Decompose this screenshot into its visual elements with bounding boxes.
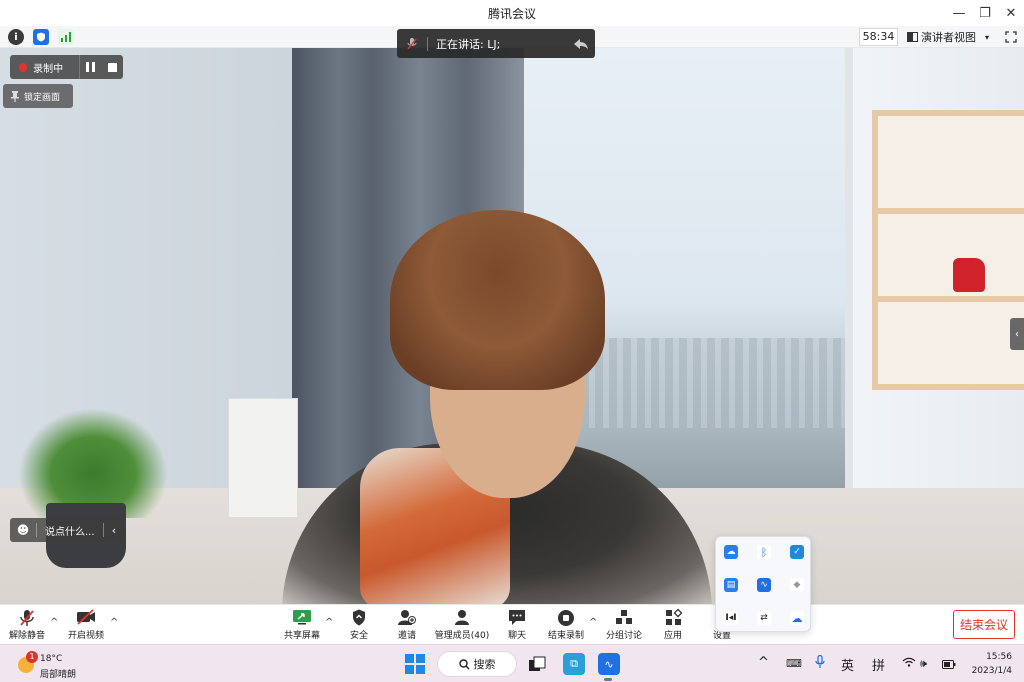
stop-recording-button[interactable] <box>101 55 123 79</box>
stop-icon <box>107 62 117 72</box>
chat-icon <box>508 609 526 628</box>
cloud-icon[interactable]: ☁ <box>724 545 738 559</box>
security-check-icon[interactable]: ✓ <box>790 545 804 559</box>
pin-icon <box>11 90 19 102</box>
reply-icon[interactable] <box>549 34 589 54</box>
search-icon <box>458 658 469 669</box>
start-video-button[interactable]: 开启视频 <box>66 609 106 643</box>
manage-members-button[interactable]: 管理成员(40) <box>435 609 489 643</box>
chat-input[interactable]: 说点什么... <box>37 523 103 538</box>
members-icon <box>454 609 470 628</box>
mic-muted-icon <box>397 29 427 58</box>
chat-button[interactable]: 聊天 <box>505 609 529 643</box>
gem-icon[interactable]: ◆ <box>790 578 804 592</box>
video-stream[interactable] <box>0 48 1024 604</box>
chevron-down-icon: ▾ <box>985 32 990 42</box>
breakout-icon <box>615 609 633 628</box>
shield-icon[interactable] <box>33 29 49 45</box>
file-manager-icon[interactable]: ▤ <box>724 578 738 592</box>
invite-button[interactable]: 邀请 <box>394 609 420 643</box>
mic-off-icon <box>19 609 35 628</box>
microphone-icon[interactable] <box>815 654 825 673</box>
meeting-toolbar: 解除静音 ^ 开启视频 ^ 共享屏幕 ^ 安全 邀请 管理成员(40) 聊天 结… <box>0 604 1024 644</box>
audio-options-caret[interactable]: ^ <box>50 617 58 628</box>
emoji-icon[interactable]: ☻ <box>10 523 36 537</box>
minimize-button[interactable]: — <box>946 0 972 26</box>
show-hidden-icons-chevron[interactable]: ^ <box>758 655 769 670</box>
apps-grid-icon <box>665 608 682 628</box>
tencent-meeting-icon[interactable]: ∿ <box>598 653 620 675</box>
lock-view-label: 锁定画面 <box>24 92 61 103</box>
collapse-chat-icon[interactable]: ‹ <box>104 524 124 537</box>
chat-input-bar[interactable]: ☻ 说点什么... ‹ <box>10 518 124 542</box>
speaking-indicator: 正在讲话: LJ; <box>397 29 595 58</box>
restore-button[interactable]: ❐ <box>972 0 998 26</box>
end-recording-button[interactable]: 结束录制 <box>546 609 586 643</box>
onedrive-icon[interactable]: ☁ <box>790 611 804 625</box>
pause-recording-button[interactable] <box>79 55 101 79</box>
search-label: 搜索 <box>473 658 496 671</box>
window-title: 腾讯会议 <box>487 7 536 21</box>
active-app-indicator <box>604 678 612 681</box>
task-view-icon[interactable] <box>526 653 548 675</box>
view-mode-label: 演讲者视图 <box>921 31 976 44</box>
speaking-label: 正在讲话: LJ; <box>436 37 501 51</box>
apps-button[interactable]: 应用 <box>661 608 685 643</box>
volume-icon[interactable]: 🕪 <box>920 657 927 671</box>
breakout-rooms-button[interactable]: 分组讨论 <box>604 609 644 643</box>
sliders-icon[interactable]: ⇄ <box>757 611 771 625</box>
lock-view-button[interactable]: 锁定画面 <box>3 84 73 108</box>
share-screen-button[interactable]: 共享屏幕 <box>282 609 322 643</box>
recording-indicator: 录制中 <box>10 55 123 79</box>
ime-mode[interactable]: 拼 <box>872 655 885 674</box>
temperature: 18°C <box>40 654 63 664</box>
fullscreen-icon[interactable] <box>1003 29 1019 45</box>
view-mode-button[interactable]: 演讲者视图 ▾ <box>907 28 995 46</box>
start-button[interactable] <box>405 654 425 674</box>
system-clock[interactable]: 15:56 2023/1/4 <box>966 650 1012 678</box>
add-user-icon <box>398 609 416 628</box>
recording-label: 录制中 <box>33 63 64 75</box>
weather-description: 局部晴朗 <box>40 670 77 680</box>
keyboard-icon[interactable]: ⌨ <box>786 657 802 670</box>
video-options-caret[interactable]: ^ <box>110 617 118 628</box>
bluetooth-icon[interactable]: ᛒ <box>757 545 771 559</box>
record-dot-icon <box>19 62 28 72</box>
end-meeting-button[interactable]: 结束会议 <box>953 610 1015 639</box>
notification-badge: 1 <box>26 651 38 663</box>
clock-time: 15:56 <box>986 652 1012 662</box>
info-icon[interactable]: i <box>8 29 24 45</box>
recording-options-caret[interactable]: ^ <box>589 617 597 628</box>
layout-icon <box>907 32 918 42</box>
security-button[interactable]: 安全 <box>345 609 373 643</box>
meeting-timer: 58:34 <box>859 28 898 46</box>
close-button[interactable]: ✕ <box>998 0 1024 26</box>
record-stop-icon <box>557 609 575 628</box>
media-icon[interactable]: I◂I <box>724 611 738 625</box>
weather-widget[interactable]: 1 18°C 局部晴朗 <box>14 650 104 680</box>
security-shield-icon <box>352 609 366 628</box>
battery-icon[interactable] <box>942 658 956 673</box>
title-bar: 腾讯会议 — ❐ ✕ <box>0 0 1024 26</box>
share-screen-icon <box>292 609 312 628</box>
meeting-app-icon[interactable]: ∿ <box>757 578 771 592</box>
wifi-icon[interactable] <box>902 657 916 670</box>
camera-off-icon <box>76 609 96 628</box>
video-shelf <box>872 110 1024 390</box>
ime-language[interactable]: 英 <box>841 655 854 674</box>
clock-date: 2023/1/4 <box>971 666 1012 676</box>
window-controls: — ❐ ✕ <box>946 0 1024 26</box>
signal-icon[interactable] <box>58 29 74 45</box>
sidebar-toggle[interactable]: ‹ <box>1010 318 1024 350</box>
tray-overflow-flyout: ☁ ᛒ ✓ ▤ ∿ ◆ I◂I ⇄ ☁ <box>715 536 811 632</box>
unmute-button[interactable]: 解除静音 <box>8 609 46 643</box>
taskbar-search[interactable]: 搜索 <box>437 651 517 677</box>
share-options-caret[interactable]: ^ <box>325 617 333 628</box>
browser-icon[interactable]: ⧉ <box>563 653 585 675</box>
taskbar: 1 18°C 局部晴朗 搜索 ⧉ ∿ ^ ⌨ 英 拼 🕪 15:56 2023/… <box>0 644 1024 682</box>
